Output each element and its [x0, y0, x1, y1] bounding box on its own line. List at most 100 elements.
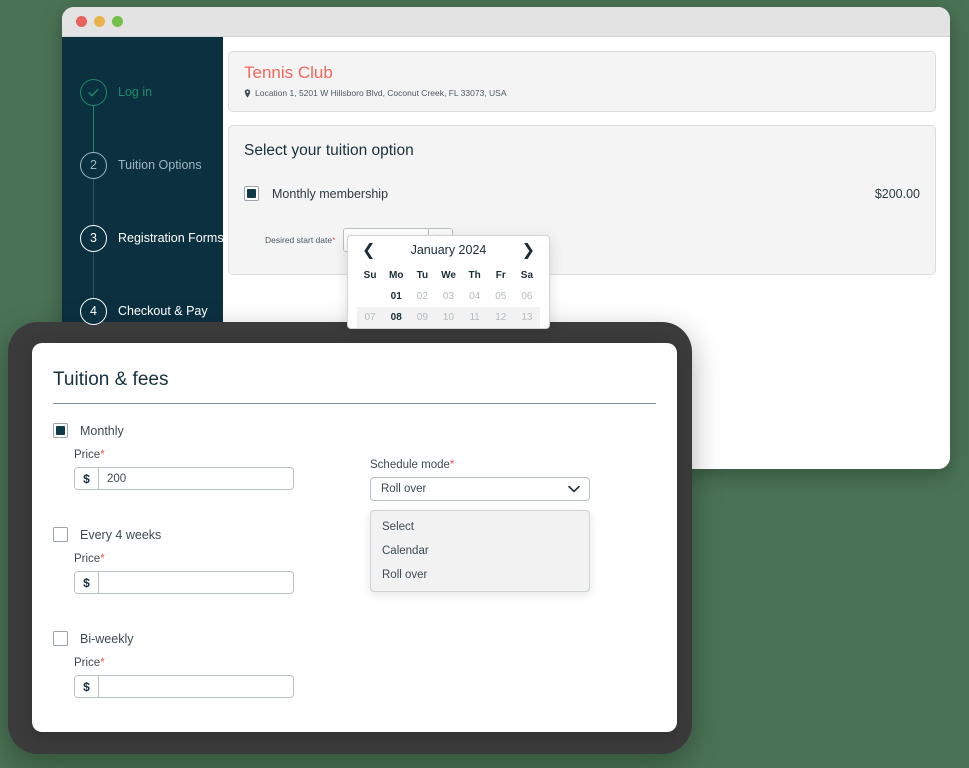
- check-circle-icon: [80, 78, 107, 106]
- schedule-mode-option-select[interactable]: Select: [371, 515, 589, 539]
- calendar-week-row: 01 02 03 04 05 06: [357, 286, 540, 307]
- step-number-badge: 4: [80, 297, 107, 325]
- sidebar-step-tuition-options[interactable]: 2 Tuition Options: [62, 150, 223, 180]
- price-input[interactable]: 200: [99, 468, 293, 489]
- sidebar-step-label: Tuition Options: [118, 158, 202, 172]
- schedule-mode-column: Schedule mode* Roll over Select Calendar…: [370, 459, 590, 592]
- bi-weekly-price-field: Price* $: [53, 657, 656, 698]
- sidebar-step-log-in[interactable]: Log in: [62, 77, 223, 107]
- schedule-mode-options-list: Select Calendar Roll over: [370, 510, 590, 592]
- calendar-header: ❮ January 2024 ❯: [348, 236, 549, 265]
- currency-symbol: $: [75, 468, 99, 489]
- fee-group-label: Monthly: [80, 423, 124, 438]
- tuition-option-left: Monthly membership: [244, 186, 388, 201]
- club-address-text: Location 1, 5201 W Hillsboro Blvd, Cocon…: [255, 88, 507, 98]
- calendar-weekday: Sa: [520, 270, 534, 281]
- section-title: Select your tuition option: [244, 142, 414, 159]
- every-4-weeks-checkbox[interactable]: [53, 527, 68, 542]
- price-label-text: Price: [74, 657, 101, 669]
- calendar-day[interactable]: 04: [462, 286, 488, 307]
- price-input-group: $: [74, 675, 294, 698]
- fee-group-label: Bi-weekly: [80, 631, 134, 646]
- location-pin-icon: [244, 88, 251, 98]
- calendar-day[interactable]: 13: [514, 307, 540, 328]
- calendar-grid: Su Mo Tu We Th Fr Sa 01 02 03 04 05 06 0…: [348, 265, 549, 328]
- calendar-day[interactable]: 02: [409, 286, 435, 307]
- fee-group-label: Every 4 weeks: [80, 527, 162, 542]
- step-number-badge: 2: [80, 151, 107, 179]
- price-label-text: Price: [74, 553, 101, 565]
- currency-symbol: $: [75, 676, 99, 697]
- schedule-mode-selected-value: Roll over: [381, 483, 427, 495]
- calendar-weekday: Th: [468, 270, 481, 281]
- step-number-badge: 3: [80, 224, 107, 252]
- page-title: Tennis Club: [244, 63, 333, 82]
- bi-weekly-checkbox[interactable]: [53, 631, 68, 646]
- browser-titlebar: [62, 7, 950, 37]
- price-input-group: $: [74, 571, 294, 594]
- calendar-week-row: 07 08 09 10 11 12 13: [357, 307, 540, 328]
- schedule-mode-option-calendar[interactable]: Calendar: [371, 539, 589, 563]
- chevron-down-icon: [568, 485, 580, 493]
- sidebar-step-registration-forms[interactable]: 3 Registration Forms: [62, 223, 224, 253]
- calendar-prev-month-button[interactable]: ❮: [362, 242, 375, 258]
- calendar-day[interactable]: 05: [488, 286, 514, 307]
- club-header-card: Tennis Club Location 1, 5201 W Hillsboro…: [228, 51, 936, 112]
- club-address: Location 1, 5201 W Hillsboro Blvd, Cocon…: [244, 88, 920, 98]
- modal-title: Tuition & fees: [53, 369, 169, 390]
- desired-start-date-label: Desired start date*: [265, 235, 335, 245]
- calendar-weekday-header: Su Mo Tu We Th Fr Sa: [357, 265, 540, 286]
- calendar-day[interactable]: 09: [409, 307, 435, 328]
- calendar-day[interactable]: 07: [357, 307, 383, 328]
- price-input-group: $ 200: [74, 467, 294, 490]
- desired-start-date-row: Desired start date*: [244, 228, 920, 252]
- required-asterisk: *: [100, 657, 105, 669]
- sidebar-step-checkout-and-pay[interactable]: 4 Checkout & Pay: [62, 296, 223, 326]
- required-asterisk: *: [100, 553, 105, 565]
- monthly-checkbox[interactable]: [53, 423, 68, 438]
- desired-start-date-label-text: Desired start date: [265, 235, 333, 245]
- sidebar-step-label: Checkout & Pay: [118, 304, 208, 318]
- price-input[interactable]: [99, 572, 293, 593]
- schedule-mode-label-text: Schedule mode: [370, 459, 450, 471]
- tuition-option-price: $200.00: [874, 186, 920, 201]
- fee-group-header: Monthly: [53, 423, 656, 438]
- calendar-weekday: Tu: [416, 270, 429, 281]
- sidebar-step-label: Log in: [118, 85, 153, 99]
- monthly-membership-checkbox[interactable]: [244, 186, 259, 201]
- calendar-weekday: Su: [363, 270, 377, 281]
- calendar-next-month-button[interactable]: ❯: [522, 242, 535, 258]
- fee-group-bi-weekly: Bi-weekly Price* $: [53, 631, 656, 698]
- close-window-button[interactable]: [76, 16, 87, 27]
- modal-body: Monthly Price* $ 200 Every 4 weeks Price: [32, 423, 677, 698]
- calendar-month-title: January 2024: [410, 243, 487, 257]
- maximize-window-button[interactable]: [112, 16, 123, 27]
- calendar-day[interactable]: 12: [488, 307, 514, 328]
- required-asterisk: *: [449, 459, 455, 471]
- currency-symbol: $: [75, 572, 99, 593]
- minimize-window-button[interactable]: [94, 16, 105, 27]
- required-asterisk: *: [332, 235, 336, 245]
- schedule-mode-option-roll-over[interactable]: Roll over: [371, 563, 589, 587]
- tuition-option-card: Select your tuition option Monthly membe…: [228, 125, 936, 275]
- required-asterisk: *: [100, 449, 105, 461]
- calendar-weekday: Mo: [388, 270, 404, 281]
- price-input[interactable]: [99, 676, 293, 697]
- schedule-mode-label: Schedule mode*: [370, 459, 590, 471]
- calendar-weekday: Fr: [495, 270, 506, 281]
- calendar-day[interactable]: 11: [462, 307, 488, 328]
- sidebar-step-label: Registration Forms: [118, 231, 224, 245]
- calendar-day[interactable]: 03: [435, 286, 461, 307]
- calendar-day[interactable]: 06: [514, 286, 540, 307]
- date-picker-popup: ❮ January 2024 ❯ Su Mo Tu We Th Fr Sa 01…: [347, 235, 550, 329]
- calendar-day-empty: [357, 286, 383, 307]
- calendar-day[interactable]: 10: [435, 307, 461, 328]
- calendar-day[interactable]: 08: [383, 307, 409, 328]
- schedule-mode-select[interactable]: Roll over: [370, 477, 590, 501]
- tuition-and-fees-modal: Tuition & fees Monthly Price* $ 200 Ever…: [32, 343, 677, 732]
- calendar-day[interactable]: 01: [383, 286, 409, 307]
- tuition-option-label: Monthly membership: [272, 186, 389, 201]
- price-label-text: Price: [74, 449, 101, 461]
- modal-divider: [53, 403, 656, 404]
- calendar-weekday: We: [441, 270, 456, 281]
